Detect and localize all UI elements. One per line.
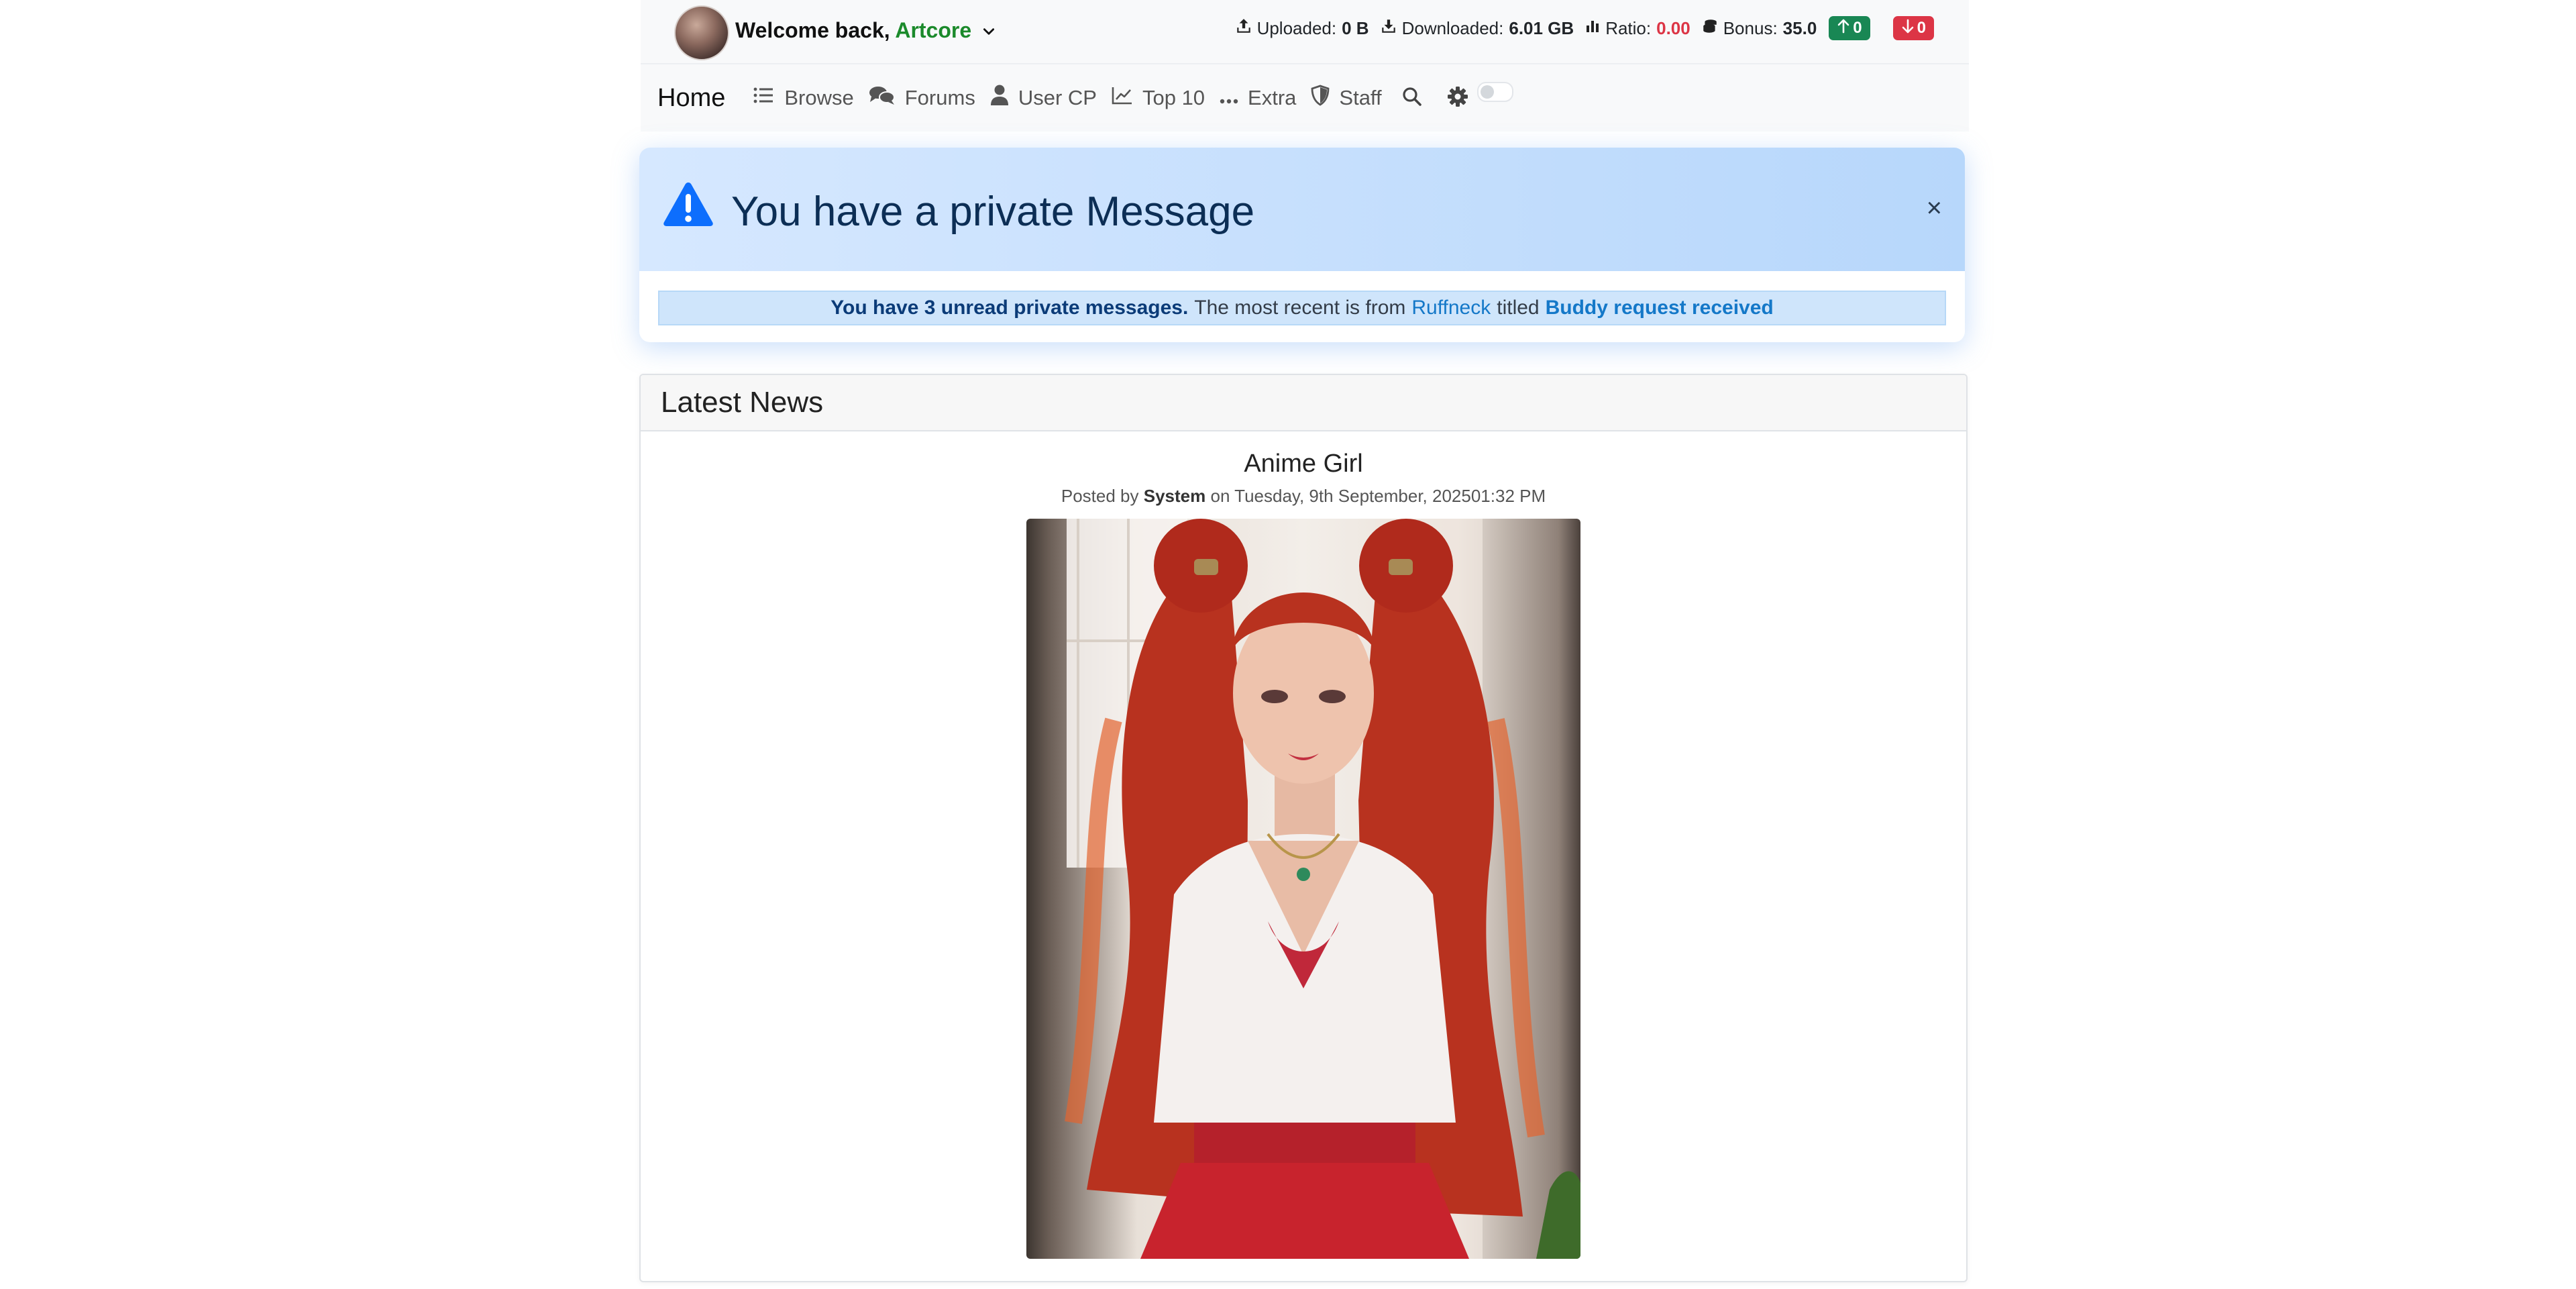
nav-browse[interactable]: Browse — [753, 86, 854, 110]
leeching-badge[interactable]: 0 — [1892, 16, 1934, 40]
uploaded-stat: Uploaded: 0 B — [1235, 17, 1369, 40]
username: Artcore — [895, 18, 972, 42]
post-meta: Posted by System on Tuesday, 9th Septemb… — [641, 486, 1966, 507]
warning-triangle-icon — [662, 181, 714, 231]
comments-icon — [869, 85, 905, 111]
post-author: System — [1143, 486, 1206, 506]
chevron-down-icon — [981, 19, 996, 44]
news-header-title: Latest News — [661, 386, 824, 419]
post-image — [1026, 519, 1580, 1259]
post-date: on Tuesday, 9th September, 202501:32 PM — [1210, 486, 1546, 506]
user-icon — [990, 85, 1018, 111]
alert-title: You have a private Message — [731, 189, 1255, 235]
shield-icon — [1311, 85, 1339, 111]
avatar[interactable] — [674, 5, 729, 60]
nav-extra[interactable]: Extra — [1220, 86, 1296, 110]
nav-browse-label: Browse — [784, 86, 854, 109]
seeding-badge[interactable]: 0 — [1829, 16, 1870, 40]
sender-link[interactable]: Ruffneck — [1411, 297, 1491, 319]
nav-user-cp[interactable]: User CP — [990, 85, 1097, 111]
list-icon — [753, 86, 784, 110]
titled-text: titled — [1497, 297, 1540, 319]
bar-chart-icon — [1585, 18, 1605, 39]
download-icon — [1380, 17, 1402, 40]
ratio-label: Ratio: — [1605, 17, 1652, 38]
uploaded-label: Uploaded: — [1256, 17, 1337, 38]
theme-toggle[interactable] — [1477, 82, 1513, 102]
gear-icon — [1447, 86, 1468, 110]
unread-message-notice: You have 3 unread private messages. The … — [658, 291, 1946, 325]
nav-forums-label: Forums — [904, 86, 975, 109]
bonus-label: Bonus: — [1723, 17, 1778, 38]
welcome-dropdown[interactable]: Welcome back, Artcore — [735, 18, 996, 44]
nav-forums[interactable]: Forums — [869, 85, 975, 111]
nav-extra-label: Extra — [1248, 86, 1297, 109]
main-nav: Home Browse Forums User CP Top 10 Extra — [641, 64, 1969, 132]
chart-line-icon — [1112, 86, 1142, 110]
downloaded-value: 6.01 GB — [1509, 17, 1574, 38]
downloaded-label: Downloaded: — [1401, 17, 1504, 38]
message-subject-link[interactable]: Buddy request received — [1546, 297, 1774, 319]
settings-button[interactable] — [1447, 86, 1468, 110]
nav-staff[interactable]: Staff — [1311, 85, 1382, 111]
upload-icon — [1235, 17, 1257, 40]
most-recent-text: The most recent is from — [1194, 297, 1406, 319]
ratio-stat: Ratio: 0.00 — [1585, 18, 1690, 39]
news-header: Latest News — [641, 375, 1966, 431]
search-icon — [1402, 87, 1422, 110]
bonus-value: 35.0 — [1782, 17, 1817, 38]
nav-staff-label: Staff — [1339, 86, 1382, 109]
arrow-up-icon — [1837, 19, 1853, 38]
user-stats: Uploaded: 0 B Downloaded: 6.01 GB Ratio:… — [1224, 15, 1934, 42]
nav-top-10-label: Top 10 — [1142, 86, 1205, 109]
latest-news-card: Latest News Anime Girl Posted by System … — [639, 374, 1968, 1282]
uploaded-value: 0 B — [1342, 17, 1369, 38]
post-title: Anime Girl — [1244, 450, 1363, 478]
leeching-count: 0 — [1917, 19, 1926, 37]
ellipsis-icon — [1220, 86, 1248, 110]
arrow-down-icon — [1901, 19, 1917, 38]
downloaded-stat: Downloaded: 6.01 GB — [1380, 17, 1574, 40]
private-message-alert: You have a private Message × You have 3 … — [639, 148, 1965, 342]
user-bar: Welcome back, Artcore Uploaded: 0 B Down… — [641, 0, 1969, 64]
search-button[interactable] — [1402, 87, 1422, 110]
seeding-count: 0 — [1853, 19, 1862, 37]
alert-header: You have a private Message × — [639, 148, 1965, 271]
close-icon[interactable]: × — [1927, 195, 1942, 221]
ratio-value: 0.00 — [1656, 17, 1690, 38]
coins-icon — [1701, 17, 1723, 40]
bonus-stat[interactable]: Bonus: 35.0 — [1701, 17, 1817, 40]
nav-user-cp-label: User CP — [1018, 86, 1097, 109]
posted-by-label: Posted by — [1061, 486, 1139, 506]
nav-home[interactable]: Home — [657, 84, 725, 113]
alert-body: You have 3 unread private messages. The … — [639, 271, 1965, 342]
unread-count-text: You have 3 unread private messages. — [830, 297, 1189, 319]
welcome-prefix: Welcome back, — [735, 18, 890, 42]
nav-top-10[interactable]: Top 10 — [1112, 86, 1205, 110]
